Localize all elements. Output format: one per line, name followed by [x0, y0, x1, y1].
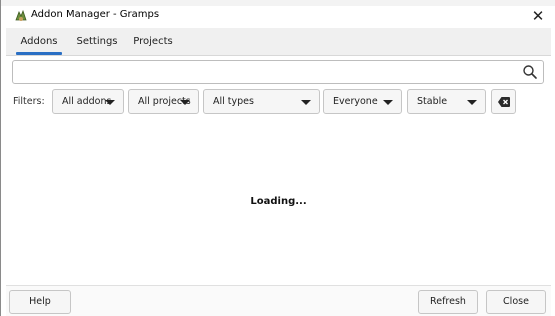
refresh-button[interactable]: Refresh: [418, 290, 478, 314]
clear-filters-icon: [498, 97, 510, 107]
dropdown-arrow-icon: [105, 100, 115, 105]
clear-filters-button[interactable]: [491, 89, 516, 114]
dropdown-arrow-icon: [383, 100, 393, 105]
addons-filter-dropdown[interactable]: All addons: [52, 89, 124, 114]
types-filter-dropdown[interactable]: All types: [203, 89, 320, 114]
filters-label: Filters:: [13, 96, 45, 107]
help-button[interactable]: Help: [9, 290, 71, 314]
gramps-logo-icon: [14, 9, 28, 23]
tab-settings[interactable]: Settings: [72, 28, 122, 56]
dropdown-arrow-icon: [467, 100, 477, 105]
audience-filter-dropdown[interactable]: Everyone: [323, 89, 402, 114]
window-title: Addon Manager - Gramps: [31, 9, 160, 20]
footer-bar: Help Refresh Close: [6, 285, 551, 316]
status-filter-dropdown[interactable]: Stable: [407, 89, 486, 114]
dropdown-value: Everyone: [333, 96, 378, 107]
tab-projects[interactable]: Projects: [128, 28, 178, 56]
dropdown-value: Stable: [417, 96, 448, 107]
tab-addons[interactable]: Addons: [16, 28, 62, 56]
dropdown-arrow-icon: [180, 100, 190, 105]
close-window-icon[interactable]: ✕: [528, 6, 548, 26]
title-bar: Addon Manager - Gramps ✕: [1, 5, 555, 27]
tab-bar: Addons Settings Projects: [6, 28, 551, 56]
search-box: [12, 60, 544, 84]
addon-manager-window: Addon Manager - Gramps ✕ Addons Settings…: [0, 0, 555, 316]
dropdown-value: All types: [213, 96, 254, 107]
search-input[interactable]: [17, 63, 517, 81]
loading-message: Loading...: [250, 196, 307, 207]
projects-filter-dropdown[interactable]: All projects: [128, 89, 199, 114]
dropdown-arrow-icon: [301, 100, 311, 105]
close-button[interactable]: Close: [486, 290, 546, 314]
search-icon[interactable]: [522, 64, 538, 80]
